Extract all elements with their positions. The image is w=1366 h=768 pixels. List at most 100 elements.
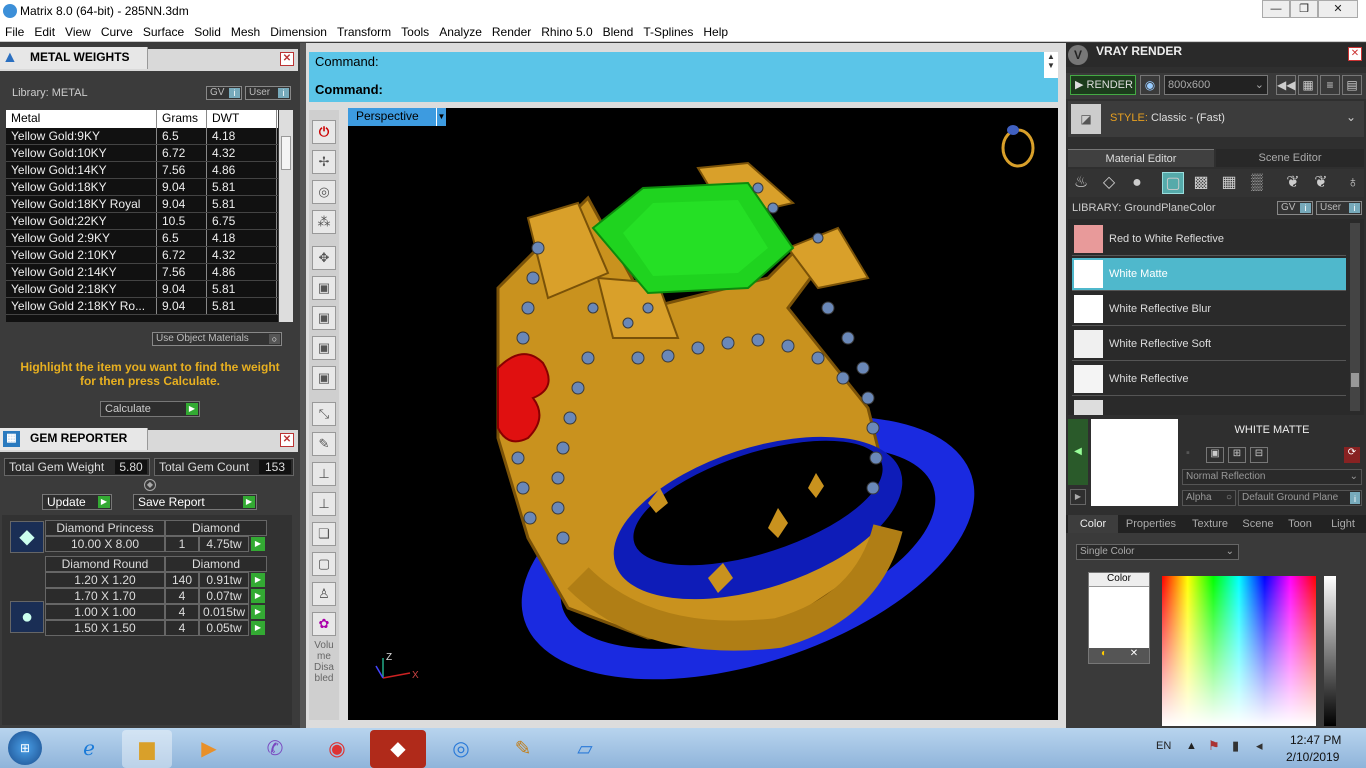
tab-scene[interactable]: Scene xyxy=(1238,515,1278,533)
plane-icon[interactable]: ▢ xyxy=(1162,172,1184,194)
alpha-toggle[interactable]: Alpha ○ xyxy=(1182,490,1236,506)
list-item[interactable]: Red to White Reflective xyxy=(1072,223,1346,256)
table-row[interactable]: Yellow Gold 2:18KY 9.04 5.81 xyxy=(6,281,278,298)
move-icon[interactable]: ✥ xyxy=(312,246,336,270)
notes-icon[interactable]: ▱ xyxy=(560,730,610,768)
close-button[interactable]: ✕ xyxy=(1318,0,1358,18)
menu-tsplines[interactable]: T-Splines xyxy=(638,22,698,39)
list-item[interactable] xyxy=(1072,398,1346,415)
tab-properties[interactable]: Properties xyxy=(1120,515,1182,533)
menu-render[interactable]: Render xyxy=(487,22,536,39)
render-settings-icon[interactable]: ▦ xyxy=(1298,75,1318,95)
nodes-icon[interactable]: ⁂ xyxy=(312,210,336,234)
fan-icon[interactable]: ✢ xyxy=(312,150,336,174)
perspective-viewport[interactable]: Perspective ▼ Z X xyxy=(348,108,1058,720)
color-swatch-box[interactable]: Color ◐ ✕ xyxy=(1088,572,1150,664)
gv-toggle[interactable]: GV i xyxy=(1277,201,1313,215)
rewind-icon[interactable]: ◀◀ xyxy=(1276,75,1296,95)
gem-select-arrow[interactable]: ▶ xyxy=(251,589,265,603)
list-item[interactable]: White Reflective xyxy=(1072,363,1346,396)
diamond-icon[interactable]: ◇ xyxy=(1098,172,1120,194)
network-icon[interactable]: ▮ xyxy=(1232,738,1239,754)
gem-select-arrow[interactable]: ▶ xyxy=(251,621,265,635)
close-icon[interactable]: ✕ xyxy=(280,433,294,447)
menu-dimension[interactable]: Dimension xyxy=(265,22,332,39)
list-icon[interactable]: ≡ xyxy=(1320,75,1340,95)
add-icon[interactable]: ⊞ xyxy=(1228,447,1246,463)
clear-icon[interactable]: ✕ xyxy=(1119,648,1149,663)
metal-weights-tab[interactable]: ▲ METAL WEIGHTS xyxy=(0,47,148,69)
menu-mesh[interactable]: Mesh xyxy=(226,22,265,39)
cube-icon[interactable]: ▣ xyxy=(312,336,336,360)
calculate-button[interactable]: Calculate ▶ xyxy=(100,401,200,417)
tab-scene-editor[interactable]: Scene Editor xyxy=(1216,149,1364,167)
axis-r-icon[interactable]: ⊥ xyxy=(312,492,336,516)
user-toggle[interactable]: User i xyxy=(245,86,291,100)
tab-texture[interactable]: Texture xyxy=(1184,515,1236,533)
export-icon[interactable]: ❦ xyxy=(1310,172,1332,194)
table-row[interactable]: Yellow Gold 2:18KY Ro... 9.04 5.81 xyxy=(6,298,278,315)
menu-file[interactable]: File xyxy=(0,22,29,39)
chrome-icon[interactable]: ◉ xyxy=(312,730,362,768)
list-item[interactable]: White Reflective Soft xyxy=(1072,328,1346,361)
table-scrollbar[interactable] xyxy=(279,110,293,322)
save-report-button[interactable]: Save Report ▶ xyxy=(133,494,257,510)
menu-curve[interactable]: Curve xyxy=(96,22,138,39)
maximize-button[interactable]: ❐ xyxy=(1290,0,1318,18)
menu-analyze[interactable]: Analyze xyxy=(434,22,487,39)
reflection-select[interactable]: Normal Reflection ⌄ xyxy=(1182,469,1362,485)
command-scroll[interactable]: ▲ ▼ xyxy=(1044,52,1058,78)
copy-icon[interactable]: ▣ xyxy=(1206,447,1224,463)
cube-icon[interactable]: ▣ xyxy=(312,276,336,300)
tab-material-editor[interactable]: Material Editor xyxy=(1068,149,1214,167)
tray-arrow-icon[interactable]: ▲ xyxy=(1186,740,1197,752)
scale-icon[interactable]: ⤡ xyxy=(312,402,336,426)
gem-select-arrow[interactable]: ▶ xyxy=(251,537,265,551)
axis-off-icon[interactable]: ⊥ xyxy=(312,462,336,486)
clock-date[interactable]: 2/10/2019 xyxy=(1286,750,1339,764)
tab-color[interactable]: Color xyxy=(1068,515,1118,533)
flag-icon[interactable]: ⚑ xyxy=(1208,738,1220,754)
color-mode-select[interactable]: Single Color ⌄ xyxy=(1076,544,1239,560)
table-row[interactable]: Yellow Gold:18KY 9.04 5.81 xyxy=(6,179,278,196)
gem-reporter-tab[interactable]: ▦ GEM REPORTER xyxy=(0,428,148,450)
palette-icon[interactable]: ◐ xyxy=(1089,648,1119,663)
import-icon[interactable]: ❦ xyxy=(1282,172,1304,194)
style-row[interactable]: ◪ STYLE: Classic - (Fast) ⌄ xyxy=(1068,101,1364,137)
render-button[interactable]: ▶ RENDER xyxy=(1070,75,1136,95)
list-item-selected[interactable]: White Matte xyxy=(1072,258,1346,291)
tab-light[interactable]: Light xyxy=(1322,515,1364,533)
col-grams[interactable]: Grams xyxy=(157,110,207,128)
list-item[interactable]: White Reflective Blur xyxy=(1072,293,1346,326)
save-icon[interactable]: ▪ xyxy=(1186,447,1202,463)
matrix-icon[interactable]: ◎ xyxy=(436,730,486,768)
edit-icon[interactable]: ⊟ xyxy=(1250,447,1268,463)
collapse-icon[interactable]: ◆ xyxy=(144,479,156,491)
table-row[interactable]: Yellow Gold:18KY Royal 9.04 5.81 xyxy=(6,196,278,213)
cube-icon[interactable]: ▣ xyxy=(312,366,336,390)
material-scrollbar[interactable] xyxy=(1350,223,1360,411)
cube-icon[interactable]: ▣ xyxy=(312,306,336,330)
menu-help[interactable]: Help xyxy=(698,22,733,39)
play-icon[interactable]: ▶ xyxy=(1070,489,1086,505)
use-object-materials-toggle[interactable]: Use Object Materials ○ xyxy=(152,332,282,346)
figure-icon[interactable]: ♙ xyxy=(312,582,336,606)
close-icon[interactable]: ✕ xyxy=(1348,47,1362,61)
clock-time[interactable]: 12:47 PM xyxy=(1290,733,1341,747)
brightness-slider[interactable] xyxy=(1324,576,1336,726)
gem-select-arrow[interactable]: ▶ xyxy=(251,605,265,619)
texture-icon[interactable]: ▩ xyxy=(1190,172,1212,194)
table-row[interactable]: Yellow Gold:14KY 7.56 4.86 xyxy=(6,162,278,179)
menu-edit[interactable]: Edit xyxy=(29,22,60,39)
table-row[interactable]: Yellow Gold 2:14KY 7.56 4.86 xyxy=(6,264,278,281)
power-icon[interactable]: ⏻ xyxy=(312,120,336,144)
update-button[interactable]: Update ▶ xyxy=(42,494,112,510)
grid-icon[interactable]: ▤ xyxy=(1342,75,1362,95)
table-row[interactable]: Yellow Gold 2:9KY 6.5 4.18 xyxy=(6,230,278,247)
command-prompt[interactable]: Command: xyxy=(315,82,383,97)
gv-toggle[interactable]: GV i xyxy=(206,86,242,100)
frame-icon[interactable]: ▢ xyxy=(312,552,336,576)
table-row[interactable]: Yellow Gold:9KY 6.5 4.18 xyxy=(6,128,278,145)
minimize-button[interactable]: — xyxy=(1262,0,1290,18)
pattern-icon[interactable]: ▦ xyxy=(1218,172,1240,194)
